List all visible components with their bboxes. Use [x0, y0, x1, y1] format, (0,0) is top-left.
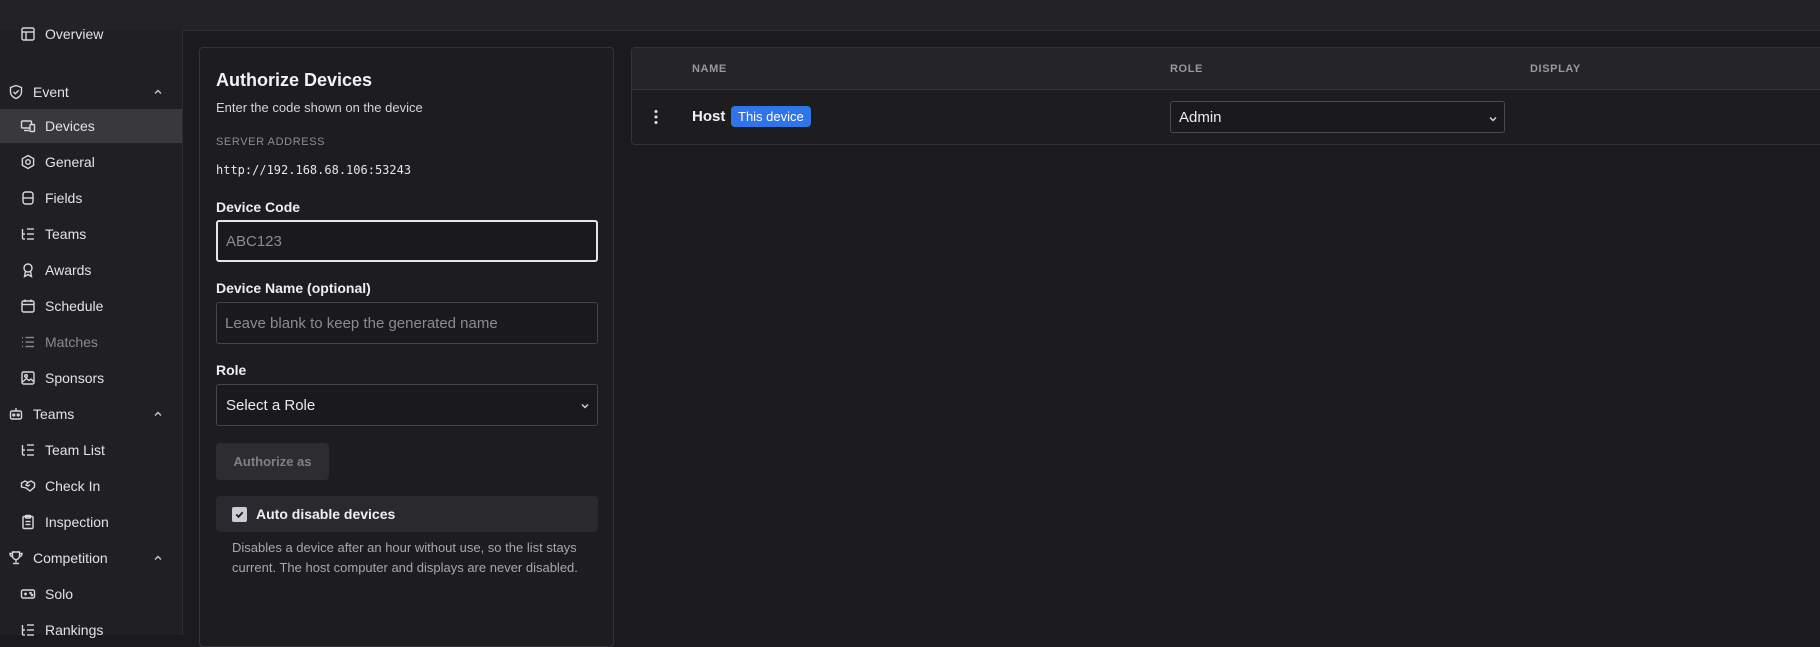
clipboard-icon	[20, 514, 36, 530]
sidebar-item-label: Competition	[33, 550, 108, 566]
top-bar	[0, 0, 1820, 31]
sidebar-item-label: General	[45, 154, 95, 170]
auto-disable-checkbox[interactable]	[232, 506, 247, 522]
robot-icon	[8, 406, 24, 422]
handshake-icon	[20, 478, 36, 494]
sidebar-item-overview[interactable]: Overview	[0, 17, 182, 51]
image-icon	[20, 370, 36, 386]
sidebar-item-label: Teams	[45, 226, 87, 242]
table-row: Host This device Admin	[632, 89, 1820, 145]
sidebar-item-label: Devices	[45, 118, 95, 134]
sidebar-item-awards[interactable]: Awards	[0, 253, 182, 287]
role-select-value: Select a Role	[226, 396, 316, 414]
sidebar-item-label: Fields	[45, 190, 83, 206]
authorize-devices-panel: Authorize Devices Enter the code shown o…	[199, 47, 614, 647]
role-select[interactable]: Select a Role	[216, 384, 598, 426]
sidebar-item-label: Sponsors	[45, 370, 105, 386]
sidebar-item-label: Rankings	[45, 622, 104, 638]
sidebar-item-general[interactable]: General	[0, 145, 182, 179]
device-code-input[interactable]	[216, 220, 598, 262]
sidebar-item-check-in[interactable]: Check In	[0, 469, 182, 503]
sidebar-item-teams[interactable]: Teams	[0, 217, 182, 251]
device-name-input[interactable]	[216, 302, 598, 344]
auto-disable-label: Auto disable devices	[256, 506, 396, 522]
sidebar-item-label: Team List	[45, 442, 105, 458]
panel-title: Authorize Devices	[216, 70, 373, 90]
sidebar-item-fields[interactable]: Fields	[0, 181, 182, 215]
role-label: Role	[216, 362, 247, 378]
device-name-label: Device Name (optional)	[216, 280, 371, 296]
device-role-select[interactable]: Admin	[1170, 101, 1505, 133]
table-header: NAME ROLE DISPLAY	[632, 48, 1820, 90]
column-header-display: DISPLAY	[1530, 63, 1581, 75]
auto-disable-help: Disables a device after an hour without …	[232, 540, 578, 575]
layout-icon	[20, 26, 36, 42]
sidebar-item-matches[interactable]: Matches	[0, 325, 182, 359]
chevron-up-icon[interactable]	[152, 86, 164, 98]
sidebar-section-teams[interactable]: Teams	[0, 397, 182, 431]
chevron-down-icon	[1489, 116, 1497, 122]
sidebar-item-label: Solo	[45, 586, 74, 602]
sidebar-item-label: Schedule	[45, 298, 104, 314]
list-tree-icon	[20, 442, 36, 458]
gamepad-icon	[20, 586, 36, 602]
sidebar-item-label: Event	[33, 84, 69, 100]
sidebar: Overview Event Devices General Fields Te…	[0, 26, 183, 638]
sidebar-section-competition[interactable]: Competition	[0, 541, 182, 575]
sidebar-item-label: Inspection	[45, 514, 109, 530]
sidebar-item-devices[interactable]: Devices	[0, 109, 182, 143]
list-tree-icon	[20, 622, 36, 638]
fields-icon	[20, 190, 36, 206]
devices-icon	[20, 118, 36, 134]
device-name: Host	[692, 108, 726, 125]
chevron-down-icon	[581, 403, 589, 409]
auto-disable-row[interactable]: Auto disable devices	[216, 496, 598, 532]
sidebar-item-label: Teams	[33, 406, 75, 422]
sidebar-item-team-list[interactable]: Team List	[0, 433, 182, 467]
sidebar-item-sponsors[interactable]: Sponsors	[0, 361, 182, 395]
list-icon	[20, 334, 36, 350]
column-header-role: ROLE	[1170, 63, 1203, 75]
calendar-icon	[20, 298, 36, 314]
shield-check-icon	[8, 84, 24, 100]
sidebar-item-schedule[interactable]: Schedule	[0, 289, 182, 323]
sidebar-item-rankings[interactable]: Rankings	[0, 613, 182, 647]
check-icon	[235, 511, 244, 518]
award-icon	[20, 262, 36, 278]
list-tree-icon	[20, 226, 36, 242]
sidebar-item-label: Check In	[45, 478, 101, 494]
panel-subtitle: Enter the code shown on the device	[216, 100, 423, 115]
sidebar-item-label: Awards	[45, 262, 92, 278]
sidebar-item-label: Overview	[45, 26, 104, 42]
sidebar-item-solo[interactable]: Solo	[0, 577, 182, 611]
sidebar-item-label: Matches	[45, 334, 98, 350]
server-address-label: SERVER ADDRESS	[216, 136, 326, 148]
chevron-up-icon[interactable]	[152, 408, 164, 420]
this-device-badge: This device	[731, 106, 811, 127]
device-role-value: Admin	[1179, 108, 1222, 126]
sidebar-section-event[interactable]: Event	[0, 75, 182, 109]
column-header-name: NAME	[692, 63, 727, 75]
trophy-icon	[8, 550, 24, 566]
server-address-value: http://192.168.68.106:53243	[216, 163, 412, 177]
more-vertical-icon[interactable]	[653, 109, 659, 125]
chevron-up-icon[interactable]	[152, 552, 164, 564]
devices-table: NAME ROLE DISPLAY Host This device Admin	[631, 47, 1820, 145]
device-code-label: Device Code	[216, 199, 301, 215]
settings-hex-icon	[20, 154, 36, 170]
authorize-button[interactable]: Authorize as	[216, 443, 329, 480]
sidebar-item-inspection[interactable]: Inspection	[0, 505, 182, 539]
